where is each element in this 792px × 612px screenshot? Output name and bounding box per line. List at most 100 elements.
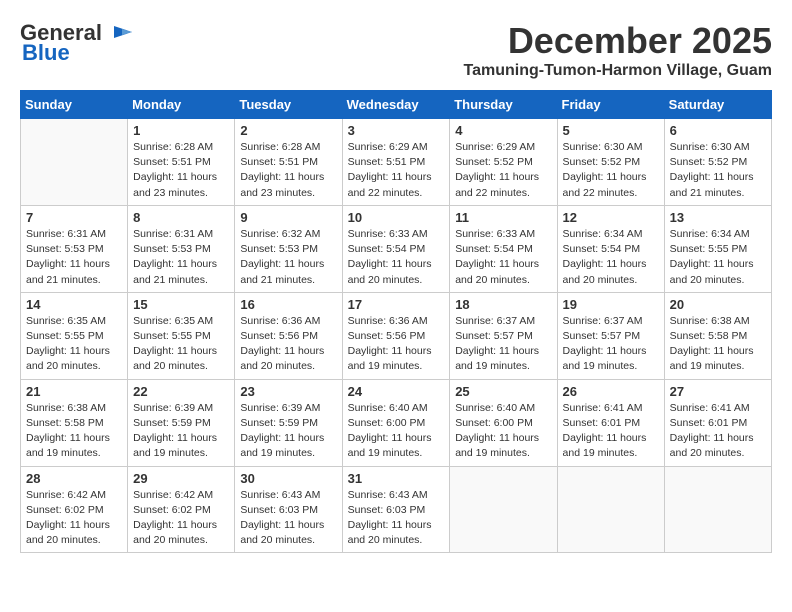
calendar-cell: 7 Sunrise: 6:31 AMSunset: 5:53 PMDaylight… xyxy=(21,205,128,292)
cell-day-number: 11 xyxy=(455,210,551,225)
cell-day-number: 7 xyxy=(26,210,122,225)
logo-icon xyxy=(104,24,134,42)
cell-info: Sunrise: 6:39 AMSunset: 5:59 PMDaylight:… xyxy=(133,401,229,462)
cell-day-number: 19 xyxy=(563,297,659,312)
cell-info: Sunrise: 6:38 AMSunset: 5:58 PMDaylight:… xyxy=(670,314,766,375)
cell-info: Sunrise: 6:39 AMSunset: 5:59 PMDaylight:… xyxy=(240,401,336,462)
month-title: December 2025 xyxy=(464,20,772,62)
header-tuesday: Tuesday xyxy=(235,91,342,119)
calendar-cell: 11 Sunrise: 6:33 AMSunset: 5:54 PMDayligh… xyxy=(450,205,557,292)
cell-info: Sunrise: 6:35 AMSunset: 5:55 PMDaylight:… xyxy=(133,314,229,375)
calendar-cell: 8 Sunrise: 6:31 AMSunset: 5:53 PMDaylight… xyxy=(128,205,235,292)
cell-info: Sunrise: 6:34 AMSunset: 5:55 PMDaylight:… xyxy=(670,227,766,288)
cell-info: Sunrise: 6:40 AMSunset: 6:00 PMDaylight:… xyxy=(348,401,445,462)
calendar-cell: 13Sunrise: 6:34 AMSunset: 5:55 PMDayligh… xyxy=(664,205,771,292)
cell-info: Sunrise: 6:37 AMSunset: 5:57 PMDaylight:… xyxy=(455,314,551,375)
header-wednesday: Wednesday xyxy=(342,91,450,119)
calendar-cell: 30 Sunrise: 6:43 AMSunset: 6:03 PMDayligh… xyxy=(235,466,342,553)
calendar-cell: 1 Sunrise: 6:28 AMSunset: 5:51 PMDaylight… xyxy=(128,119,235,206)
cell-day-number: 1 xyxy=(133,123,229,138)
calendar-week-1: 7 Sunrise: 6:31 AMSunset: 5:53 PMDaylight… xyxy=(21,205,772,292)
cell-info: Sunrise: 6:41 AMSunset: 6:01 PMDaylight:… xyxy=(670,401,766,462)
calendar-cell xyxy=(557,466,664,553)
cell-day-number: 22 xyxy=(133,384,229,399)
cell-info: Sunrise: 6:28 AMSunset: 5:51 PMDaylight:… xyxy=(133,140,229,201)
header-monday: Monday xyxy=(128,91,235,119)
cell-day-number: 5 xyxy=(563,123,659,138)
cell-day-number: 8 xyxy=(133,210,229,225)
cell-info: Sunrise: 6:29 AMSunset: 5:52 PMDaylight:… xyxy=(455,140,551,201)
cell-day-number: 17 xyxy=(348,297,445,312)
title-block: December 2025 Tamuning-Tumon-Harmon Vill… xyxy=(464,20,772,80)
cell-info: Sunrise: 6:40 AMSunset: 6:00 PMDaylight:… xyxy=(455,401,551,462)
cell-day-number: 4 xyxy=(455,123,551,138)
cell-day-number: 18 xyxy=(455,297,551,312)
cell-info: Sunrise: 6:30 AMSunset: 5:52 PMDaylight:… xyxy=(670,140,766,201)
calendar-cell: 20 Sunrise: 6:38 AMSunset: 5:58 PMDayligh… xyxy=(664,292,771,379)
calendar-cell: 15 Sunrise: 6:35 AMSunset: 5:55 PMDayligh… xyxy=(128,292,235,379)
calendar-cell: 19 Sunrise: 6:37 AMSunset: 5:57 PMDayligh… xyxy=(557,292,664,379)
cell-day-number: 3 xyxy=(348,123,445,138)
header-saturday: Saturday xyxy=(664,91,771,119)
cell-info: Sunrise: 6:43 AMSunset: 6:03 PMDaylight:… xyxy=(348,488,445,549)
cell-day-number: 25 xyxy=(455,384,551,399)
calendar-cell xyxy=(450,466,557,553)
calendar-cell: 25 Sunrise: 6:40 AMSunset: 6:00 PMDayligh… xyxy=(450,379,557,466)
cell-day-number: 14 xyxy=(26,297,122,312)
cell-info: Sunrise: 6:33 AMSunset: 5:54 PMDaylight:… xyxy=(455,227,551,288)
calendar-cell: 24 Sunrise: 6:40 AMSunset: 6:00 PMDayligh… xyxy=(342,379,450,466)
cell-info: Sunrise: 6:33 AMSunset: 5:54 PMDaylight:… xyxy=(348,227,445,288)
calendar-cell: 3 Sunrise: 6:29 AMSunset: 5:51 PMDaylight… xyxy=(342,119,450,206)
calendar-cell: 16 Sunrise: 6:36 AMSunset: 5:56 PMDayligh… xyxy=(235,292,342,379)
calendar-cell: 22 Sunrise: 6:39 AMSunset: 5:59 PMDayligh… xyxy=(128,379,235,466)
cell-info: Sunrise: 6:42 AMSunset: 6:02 PMDaylight:… xyxy=(26,488,122,549)
cell-day-number: 12 xyxy=(563,210,659,225)
calendar-cell: 4 Sunrise: 6:29 AMSunset: 5:52 PMDaylight… xyxy=(450,119,557,206)
logo: General Blue xyxy=(20,20,136,66)
cell-day-number: 2 xyxy=(240,123,336,138)
cell-day-number: 10 xyxy=(348,210,445,225)
cell-info: Sunrise: 6:31 AMSunset: 5:53 PMDaylight:… xyxy=(26,227,122,288)
cell-day-number: 28 xyxy=(26,471,122,486)
calendar-table: SundayMondayTuesdayWednesdayThursdayFrid… xyxy=(20,90,772,553)
calendar-cell xyxy=(21,119,128,206)
cell-info: Sunrise: 6:29 AMSunset: 5:51 PMDaylight:… xyxy=(348,140,445,201)
cell-day-number: 27 xyxy=(670,384,766,399)
cell-day-number: 16 xyxy=(240,297,336,312)
cell-info: Sunrise: 6:32 AMSunset: 5:53 PMDaylight:… xyxy=(240,227,336,288)
cell-info: Sunrise: 6:31 AMSunset: 5:53 PMDaylight:… xyxy=(133,227,229,288)
logo-blue: Blue xyxy=(22,40,70,66)
calendar-cell: 2Sunrise: 6:28 AMSunset: 5:51 PMDaylight… xyxy=(235,119,342,206)
calendar-header-row: SundayMondayTuesdayWednesdayThursdayFrid… xyxy=(21,91,772,119)
calendar-week-3: 21Sunrise: 6:38 AMSunset: 5:58 PMDayligh… xyxy=(21,379,772,466)
cell-day-number: 15 xyxy=(133,297,229,312)
cell-day-number: 30 xyxy=(240,471,336,486)
calendar-cell: 29Sunrise: 6:42 AMSunset: 6:02 PMDayligh… xyxy=(128,466,235,553)
page-header: General Blue December 2025 Tamuning-Tumo… xyxy=(20,20,772,80)
cell-day-number: 20 xyxy=(670,297,766,312)
cell-day-number: 9 xyxy=(240,210,336,225)
cell-info: Sunrise: 6:43 AMSunset: 6:03 PMDaylight:… xyxy=(240,488,336,549)
calendar-cell: 6 Sunrise: 6:30 AMSunset: 5:52 PMDaylight… xyxy=(664,119,771,206)
header-thursday: Thursday xyxy=(450,91,557,119)
cell-info: Sunrise: 6:36 AMSunset: 5:56 PMDaylight:… xyxy=(240,314,336,375)
cell-day-number: 24 xyxy=(348,384,445,399)
cell-day-number: 6 xyxy=(670,123,766,138)
cell-info: Sunrise: 6:42 AMSunset: 6:02 PMDaylight:… xyxy=(133,488,229,549)
cell-info: Sunrise: 6:35 AMSunset: 5:55 PMDaylight:… xyxy=(26,314,122,375)
cell-info: Sunrise: 6:38 AMSunset: 5:58 PMDaylight:… xyxy=(26,401,122,462)
calendar-cell: 17Sunrise: 6:36 AMSunset: 5:56 PMDayligh… xyxy=(342,292,450,379)
calendar-cell: 14 Sunrise: 6:35 AMSunset: 5:55 PMDayligh… xyxy=(21,292,128,379)
calendar-cell: 21Sunrise: 6:38 AMSunset: 5:58 PMDayligh… xyxy=(21,379,128,466)
cell-day-number: 26 xyxy=(563,384,659,399)
calendar-cell: 28 Sunrise: 6:42 AMSunset: 6:02 PMDayligh… xyxy=(21,466,128,553)
calendar-cell: 27 Sunrise: 6:41 AMSunset: 6:01 PMDayligh… xyxy=(664,379,771,466)
header-friday: Friday xyxy=(557,91,664,119)
header-sunday: Sunday xyxy=(21,91,128,119)
calendar-cell: 10 Sunrise: 6:33 AMSunset: 5:54 PMDayligh… xyxy=(342,205,450,292)
calendar-cell: 23 Sunrise: 6:39 AMSunset: 5:59 PMDayligh… xyxy=(235,379,342,466)
cell-day-number: 23 xyxy=(240,384,336,399)
calendar-cell: 12Sunrise: 6:34 AMSunset: 5:54 PMDayligh… xyxy=(557,205,664,292)
calendar-week-2: 14 Sunrise: 6:35 AMSunset: 5:55 PMDayligh… xyxy=(21,292,772,379)
cell-info: Sunrise: 6:37 AMSunset: 5:57 PMDaylight:… xyxy=(563,314,659,375)
